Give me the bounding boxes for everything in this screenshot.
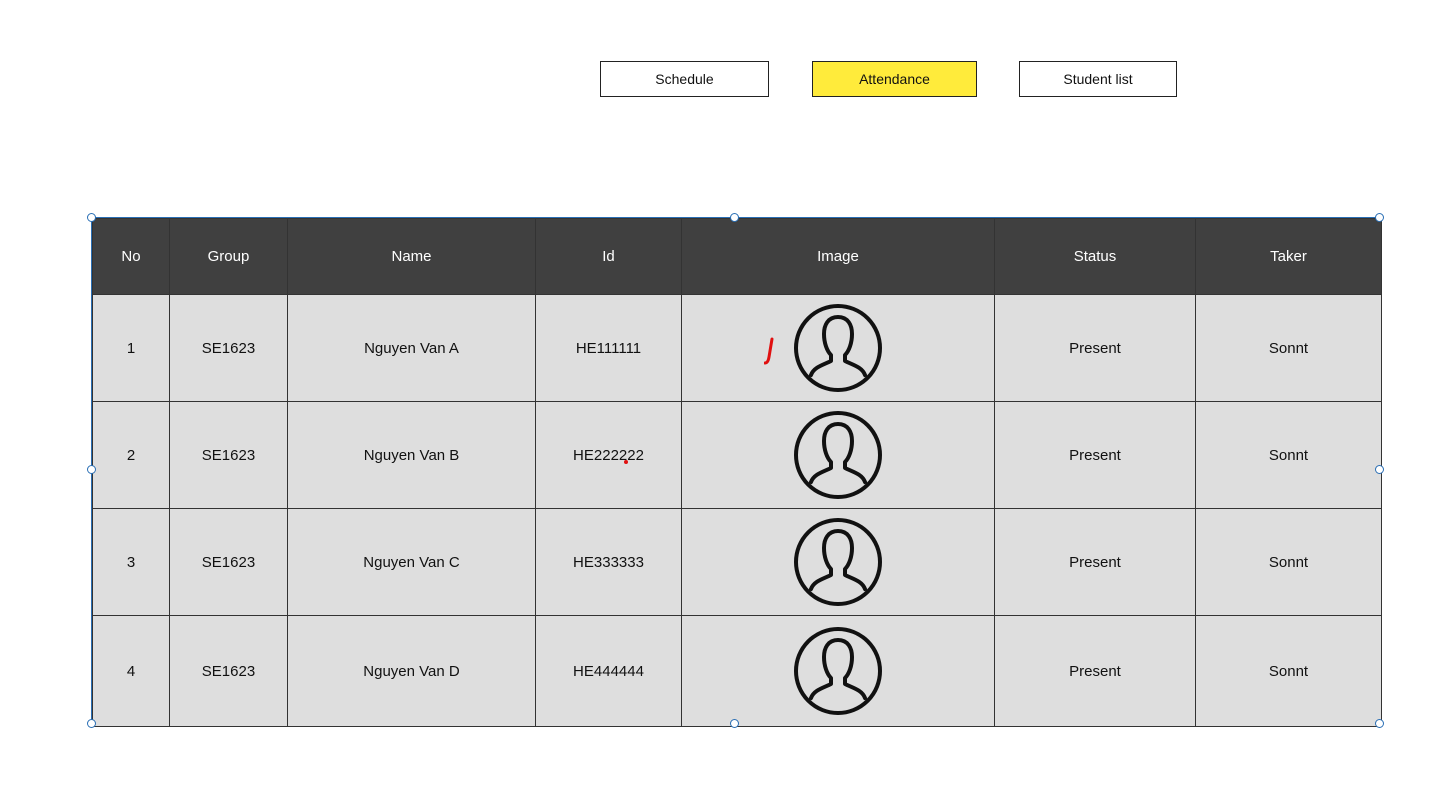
cell-status: Present [994, 615, 1196, 727]
header-no: No [92, 218, 170, 295]
avatar-icon [794, 304, 882, 392]
table-row: 1 SE1623 Nguyen Van A HE111111 Present S… [92, 294, 1382, 402]
cell-image [681, 294, 995, 402]
cell-no: 1 [92, 294, 170, 402]
cell-group: SE1623 [169, 508, 288, 616]
cell-status: Present [994, 508, 1196, 616]
attendance-table: No Group Name Id Image Status Taker 1 SE… [91, 217, 1382, 727]
table-row: 3 SE1623 Nguyen Van C HE333333 Present S… [92, 508, 1382, 616]
cell-id: HE111111 [535, 294, 682, 402]
cell-taker: Sonnt [1195, 615, 1382, 727]
cell-group: SE1623 [169, 615, 288, 727]
cell-name: Nguyen Van D [287, 615, 536, 727]
cell-name: Nguyen Van A [287, 294, 536, 402]
attendance-button[interactable]: Attendance [812, 61, 977, 97]
table-header-row: No Group Name Id Image Status Taker [92, 218, 1382, 295]
cell-id-text: HE222222 [573, 446, 644, 464]
cell-taker: Sonnt [1195, 401, 1382, 509]
cell-image [681, 508, 995, 616]
resize-handle-bottom-left[interactable] [87, 719, 96, 728]
table-row: 2 SE1623 Nguyen Van B HE222222 Present S… [92, 401, 1382, 509]
header-image: Image [681, 218, 995, 295]
red-pen-dot-icon [624, 460, 628, 464]
cell-id: HE444444 [535, 615, 682, 727]
header-name: Name [287, 218, 536, 295]
cell-taker: Sonnt [1195, 508, 1382, 616]
resize-handle-right[interactable] [1375, 465, 1384, 474]
cell-image [681, 401, 995, 509]
avatar-icon [794, 627, 882, 715]
cell-no: 2 [92, 401, 170, 509]
avatar-icon [794, 411, 882, 499]
cell-id: HE222222 [535, 401, 682, 509]
header-status: Status [994, 218, 1196, 295]
resize-handle-bottom[interactable] [730, 719, 739, 728]
resize-handle-top[interactable] [730, 213, 739, 222]
header-id: Id [535, 218, 682, 295]
cell-group: SE1623 [169, 294, 288, 402]
header-group: Group [169, 218, 288, 295]
cell-status: Present [994, 294, 1196, 402]
cell-group: SE1623 [169, 401, 288, 509]
student-list-button[interactable]: Student list [1019, 61, 1177, 97]
cell-name: Nguyen Van C [287, 508, 536, 616]
cell-id: HE333333 [535, 508, 682, 616]
avatar-icon [794, 518, 882, 606]
resize-handle-top-left[interactable] [87, 213, 96, 222]
resize-handle-left[interactable] [87, 465, 96, 474]
cell-image [681, 615, 995, 727]
cell-no: 3 [92, 508, 170, 616]
header-taker: Taker [1195, 218, 1382, 295]
resize-handle-top-right[interactable] [1375, 213, 1384, 222]
cell-name: Nguyen Van B [287, 401, 536, 509]
resize-handle-bottom-right[interactable] [1375, 719, 1384, 728]
red-pen-mark-icon [764, 337, 774, 365]
cell-taker: Sonnt [1195, 294, 1382, 402]
cell-no: 4 [92, 615, 170, 727]
schedule-button[interactable]: Schedule [600, 61, 769, 97]
table-row: 4 SE1623 Nguyen Van D HE444444 Present S… [92, 615, 1382, 727]
cell-status: Present [994, 401, 1196, 509]
